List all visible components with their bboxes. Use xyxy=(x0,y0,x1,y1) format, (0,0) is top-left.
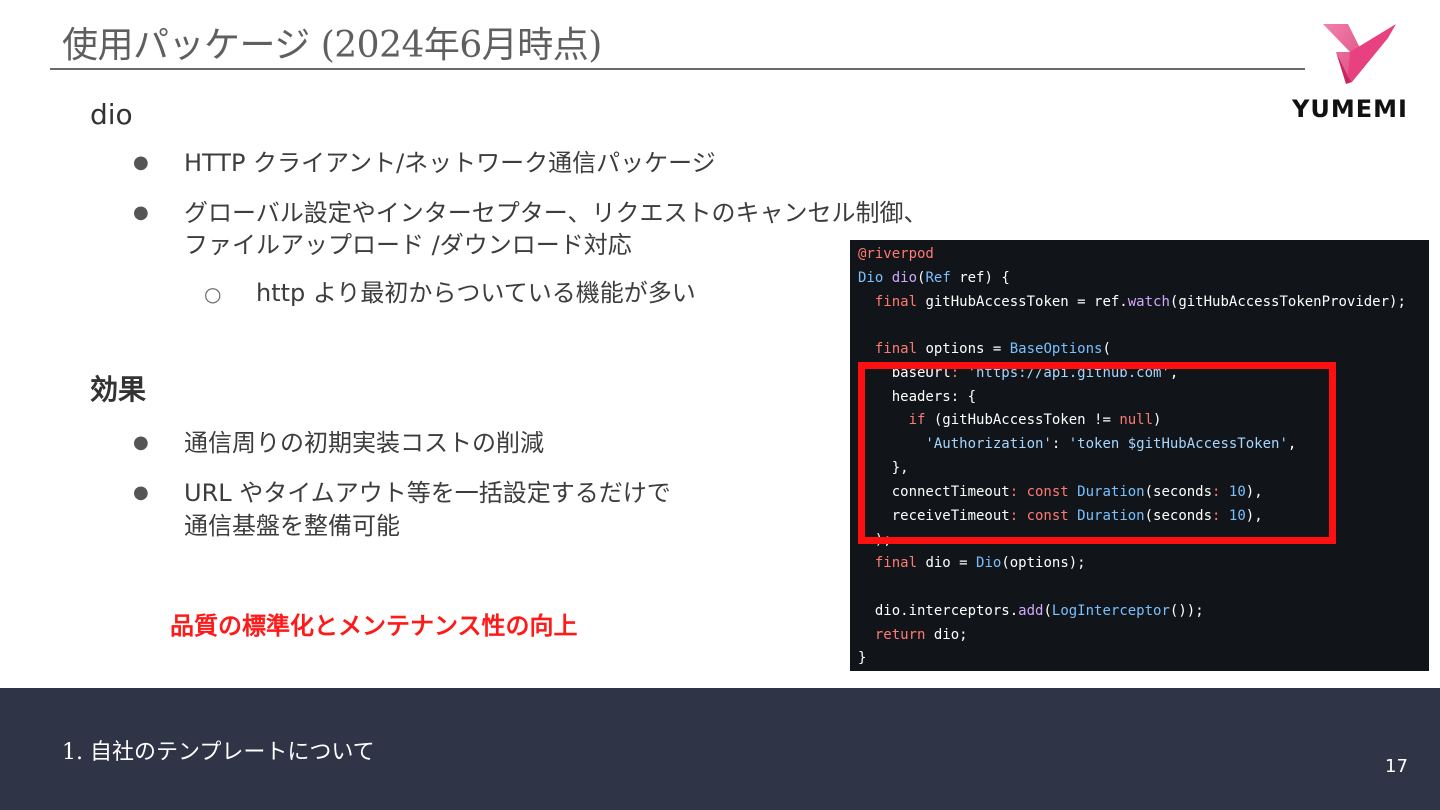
code-line: dio.interceptors.add(LogInterceptor()); xyxy=(858,603,1204,619)
code-line: Dio dio(Ref ref) { xyxy=(858,270,1010,286)
bullet-text: HTTP クライアント/ネットワーク通信パッケージ xyxy=(184,149,716,177)
code-line: } xyxy=(858,650,867,666)
code-line: return dio; xyxy=(858,627,968,643)
code-line: final gitHubAccessToken = ref.watch(gitH… xyxy=(858,294,1406,310)
page-number: 17 xyxy=(1385,756,1408,777)
code-highlight-box xyxy=(858,362,1336,544)
code-line: final options = BaseOptions( xyxy=(858,341,1111,357)
sub-bullet-circle: ○ xyxy=(204,282,222,306)
footer-section-title: 1. 自社のテンプレートについて xyxy=(62,740,375,765)
section-heading-dio: dio xyxy=(90,98,133,131)
bullet-dot: ● xyxy=(133,152,149,173)
bullet-text: URL やタイムアウト等を一括設定するだけで xyxy=(184,479,671,507)
slide-title: 使用パッケージ (2024年6月時点) xyxy=(62,25,602,66)
sub-bullet-text: http より最初からついている機能が多い xyxy=(256,279,696,307)
bullet-text: グローバル設定やインターセプター、リクエストのキャンセル制御、 xyxy=(184,199,928,227)
bullet-text-continued: 通信基盤を整備可能 xyxy=(184,512,400,540)
bullet-dot: ● xyxy=(133,432,149,453)
highlight-text: 品質の標準化とメンテナンス性の向上 xyxy=(170,612,578,640)
title-divider xyxy=(50,68,1305,70)
code-line: @riverpod xyxy=(858,246,934,262)
bullet-dot: ● xyxy=(133,482,149,503)
bullet-dot: ● xyxy=(133,202,149,223)
bullet-text: 通信周りの初期実装コストの削減 xyxy=(184,429,544,457)
logo-text: YUMEMI xyxy=(1292,95,1408,123)
section-heading-effect: 効果 xyxy=(90,373,147,406)
bullet-text-continued: ファイルアップロード /ダウンロード対応 xyxy=(184,231,632,259)
code-line: final dio = Dio(options); xyxy=(858,555,1086,571)
